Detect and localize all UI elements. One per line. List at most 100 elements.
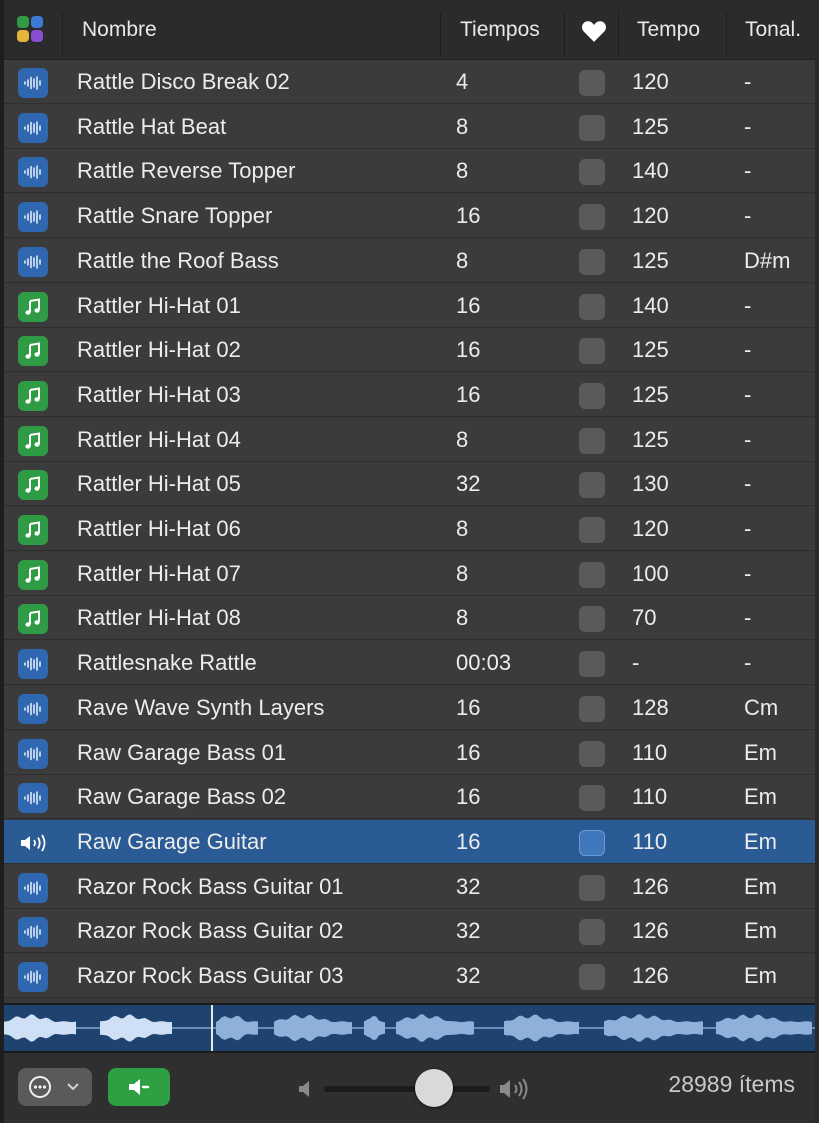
column-separator: [564, 12, 565, 58]
favorite-checkbox[interactable]: [579, 338, 605, 364]
midi-loop-icon: [18, 292, 48, 322]
favorite-checkbox[interactable]: [579, 115, 605, 141]
column-separator: [726, 12, 727, 58]
midi-loop-icon: [18, 515, 48, 545]
table-row[interactable]: Raw Garage Bass 02 16 110 Em: [4, 775, 815, 819]
loop-tempo: 120: [632, 203, 669, 228]
playing-speaker-icon: [18, 828, 48, 858]
loop-key: -: [744, 605, 752, 630]
volume-slider-knob[interactable]: [414, 1069, 453, 1107]
loop-beats: 8: [456, 427, 469, 452]
table-row[interactable]: Rattle Hat Beat 8 125 -: [4, 105, 815, 149]
volume-slider[interactable]: [324, 1086, 490, 1092]
audio-loop-icon: [18, 694, 48, 724]
loop-key: -: [744, 650, 752, 675]
table-row[interactable]: Raw Garage Bass 01 16 110 Em: [4, 731, 815, 775]
loop-name: Rattle Snare Topper: [77, 203, 273, 228]
favorite-checkbox[interactable]: [579, 472, 605, 498]
table-row[interactable]: Rattler Hi-Hat 05 32 130 -: [4, 462, 815, 506]
ellipsis-circle-icon: [29, 1076, 79, 1098]
header-tempo[interactable]: Tempo: [637, 0, 700, 59]
item-count: 28989 ítems: [668, 1071, 795, 1097]
loop-key: Em: [744, 874, 777, 899]
favorite-checkbox[interactable]: [579, 875, 605, 901]
favorite-checkbox[interactable]: [579, 964, 605, 990]
midi-loop-icon: [18, 381, 48, 411]
loop-key: -: [744, 293, 752, 318]
loop-tempo: 120: [632, 516, 669, 541]
favorite-checkbox[interactable]: [579, 70, 605, 96]
table-row[interactable]: Rattle Reverse Topper 8 140 -: [4, 149, 815, 193]
view-filter-button[interactable]: [16, 0, 46, 59]
table-row[interactable]: Rattler Hi-Hat 04 8 125 -: [4, 418, 815, 462]
favorite-checkbox[interactable]: [579, 517, 605, 543]
table-row[interactable]: Rattler Hi-Hat 08 8 70 -: [4, 596, 815, 640]
loop-key: -: [744, 114, 752, 139]
favorite-checkbox[interactable]: [579, 249, 605, 275]
favorite-checkbox[interactable]: [579, 919, 605, 945]
loop-key: -: [744, 337, 752, 362]
favorite-checkbox[interactable]: [579, 428, 605, 454]
table-row[interactable]: Razor Rock Bass Guitar 01 32 126 Em: [4, 865, 815, 909]
loop-name: Rattler Hi-Hat 02: [77, 337, 241, 362]
loop-beats: 32: [456, 874, 481, 899]
loop-name: Rattler Hi-Hat 08: [77, 605, 241, 630]
audio-loop-icon: [18, 873, 48, 903]
loop-beats: 32: [456, 963, 481, 988]
table-row[interactable]: Raw Garage Guitar 16 110 Em: [4, 820, 815, 864]
table-row[interactable]: Rattler Hi-Hat 07 8 100 -: [4, 552, 815, 596]
favorite-checkbox[interactable]: [579, 562, 605, 588]
audio-loop-icon: [18, 783, 48, 813]
loop-tempo: 125: [632, 248, 669, 273]
table-row[interactable]: Rave Wave Synth Layers 16 128 Cm: [4, 686, 815, 730]
loop-tempo: 126: [632, 963, 669, 988]
table-row[interactable]: Rattle Disco Break 02 4 120 -: [4, 60, 815, 104]
header-key[interactable]: Tonal.: [745, 0, 801, 59]
favorite-checkbox[interactable]: [579, 383, 605, 409]
waveform-preview[interactable]: [4, 1003, 815, 1053]
favorite-checkbox[interactable]: [579, 830, 605, 856]
loop-key: -: [744, 203, 752, 228]
preview-sound-button[interactable]: [108, 1068, 170, 1106]
favorite-checkbox[interactable]: [579, 696, 605, 722]
table-row[interactable]: Rattler Hi-Hat 03 16 125 -: [4, 373, 815, 417]
favorite-checkbox[interactable]: [579, 785, 605, 811]
loop-tempo: 128: [632, 695, 669, 720]
loop-tempo: 140: [632, 158, 669, 183]
header-name[interactable]: Nombre: [82, 0, 157, 59]
loop-key: Em: [744, 829, 777, 854]
loop-name: Razor Rock Bass Guitar 01: [77, 874, 344, 899]
favorite-checkbox[interactable]: [579, 741, 605, 767]
header-beats[interactable]: Tiempos: [460, 0, 540, 59]
favorite-checkbox[interactable]: [579, 294, 605, 320]
midi-loop-icon: [18, 336, 48, 366]
loop-tempo: 110: [632, 784, 668, 809]
table-row[interactable]: Rattlesnake Rattle 00:03 - -: [4, 641, 815, 685]
loop-key: -: [744, 561, 752, 586]
right-edge: [815, 0, 819, 1123]
loop-tempo: 130: [632, 471, 669, 496]
loop-key: Em: [744, 963, 777, 988]
favorite-checkbox[interactable]: [579, 204, 605, 230]
table-row[interactable]: Razor Rock Bass Guitar 02 32 126 Em: [4, 909, 815, 953]
favorite-checkbox[interactable]: [579, 651, 605, 677]
header-favorite[interactable]: [581, 0, 607, 59]
column-separator: [440, 12, 441, 58]
table-row[interactable]: Rattler Hi-Hat 06 8 120 -: [4, 507, 815, 551]
table-row[interactable]: Razor Rock Bass Guitar 03 32 126 Em: [4, 954, 815, 998]
table-row[interactable]: Rattle the Roof Bass 8 125 D#m: [4, 239, 815, 283]
table-row[interactable]: Rattler Hi-Hat 01 16 140 -: [4, 284, 815, 328]
loop-tempo: 110: [632, 740, 668, 765]
loop-tempo: 120: [632, 69, 669, 94]
more-options-button[interactable]: [18, 1068, 92, 1106]
loop-tempo: 100: [632, 561, 669, 586]
midi-loop-icon: [18, 560, 48, 590]
table-row[interactable]: Rattle Snare Topper 16 120 -: [4, 194, 815, 238]
loop-key: Em: [744, 784, 777, 809]
loop-beats: 16: [456, 784, 481, 809]
audio-loop-icon: [18, 202, 48, 232]
favorite-checkbox[interactable]: [579, 606, 605, 632]
favorite-checkbox[interactable]: [579, 159, 605, 185]
loop-tempo: -: [632, 650, 640, 675]
table-row[interactable]: Rattler Hi-Hat 02 16 125 -: [4, 328, 815, 372]
